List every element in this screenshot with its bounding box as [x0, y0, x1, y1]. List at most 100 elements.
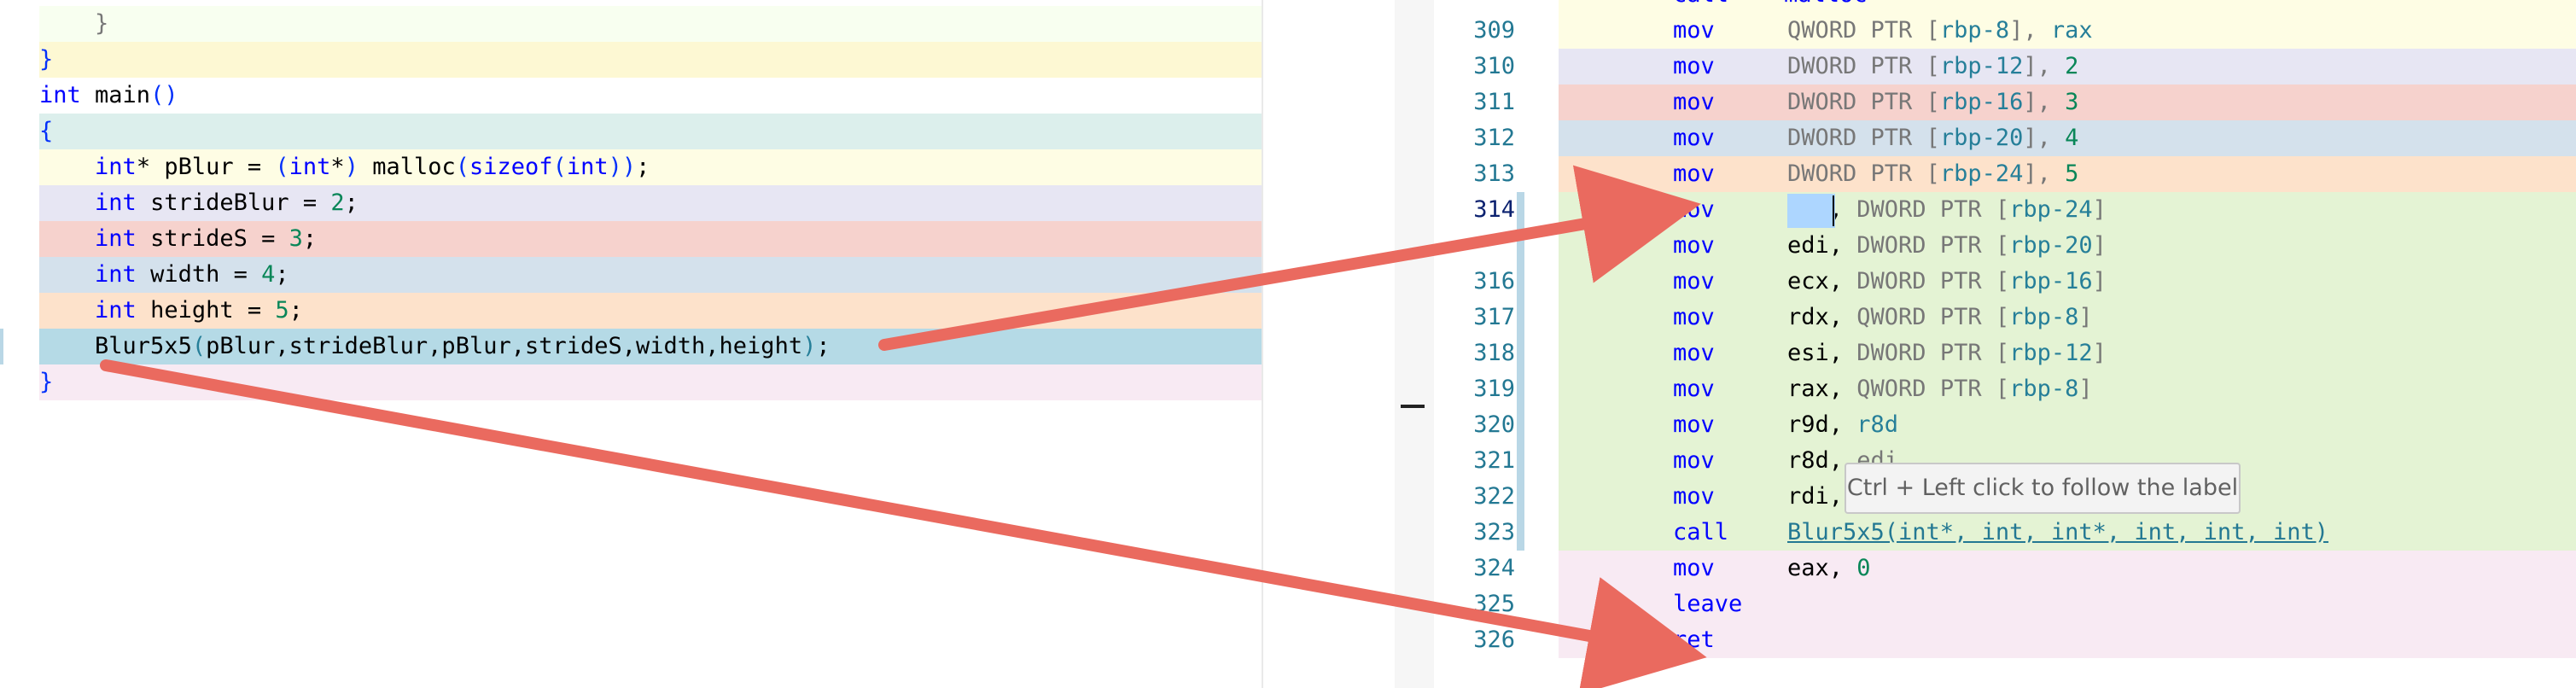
- asm-opcode: mov: [1673, 196, 1715, 223]
- code-token: rdx,: [1787, 304, 1857, 330]
- code-token: rbp-20: [2009, 232, 2093, 259]
- source-line[interactable]: }: [39, 42, 1262, 78]
- asm-opcode: mov: [1673, 555, 1715, 581]
- code-token: ;: [275, 261, 289, 288]
- asm-opcode: mov: [1673, 376, 1715, 402]
- source-line-text: int main(): [39, 78, 178, 114]
- asm-line[interactable]: mov r8d, DWORD PTR [rbp-24]: [1559, 192, 2576, 228]
- source-line[interactable]: }: [39, 364, 1262, 400]
- pane-resize-handle[interactable]: [1401, 405, 1425, 408]
- code-token: DWORD PTR [: [1787, 160, 1940, 187]
- code-token: rbp-16: [2009, 268, 2093, 294]
- asm-line[interactable]: mov eax, 0: [1559, 551, 2576, 586]
- asm-line[interactable]: mov QWORD PTR [rbp-8], rax: [1559, 13, 2576, 49]
- asm-operands: rdi,: [1787, 479, 1843, 515]
- code-token: int: [95, 261, 137, 288]
- source-line[interactable]: int main(): [39, 78, 1262, 114]
- code-token: rbp-8: [1939, 17, 2010, 44]
- asm-line[interactable]: mov DWORD PTR [rbp-12], 2: [1559, 49, 2576, 85]
- source-line[interactable]: int strideS = 3;: [39, 221, 1262, 257]
- text-cursor: [1833, 195, 1834, 226]
- asm-line[interactable]: mov DWORD PTR [rbp-24], 5: [1559, 156, 2576, 192]
- source-line[interactable]: {: [39, 114, 1262, 149]
- code-token: rbp-8: [2009, 376, 2079, 402]
- code-token: pBlur,strideBlur,pBlur,strideS,width,hei…: [206, 333, 803, 359]
- asm-line[interactable]: call Blur5x5(int*, int, int*, int, int, i…: [1559, 515, 2576, 551]
- code-token: }: [39, 369, 54, 395]
- asm-operands: DWORD PTR [rbp-16], 3: [1787, 85, 2078, 120]
- asm-line[interactable]: mov DWORD PTR [rbp-16], 3: [1559, 85, 2576, 120]
- asm-line-number: 321: [1473, 447, 1515, 474]
- code-token: rax,: [1787, 376, 1857, 402]
- asm-partial-text: call malloc: [1673, 0, 1868, 13]
- asm-operands: DWORD PTR [rbp-12], 2: [1787, 49, 2078, 85]
- code-token: int: [95, 154, 137, 180]
- source-line[interactable]: int strideBlur = 2;: [39, 185, 1262, 221]
- source-line[interactable]: }: [39, 6, 1262, 42]
- code-token: 2: [330, 189, 345, 216]
- asm-line[interactable]: mov rdx, QWORD PTR [rbp-8]: [1559, 300, 2576, 335]
- pane-divider[interactable]: [1395, 0, 1434, 688]
- code-token: rbp-12: [2009, 340, 2093, 366]
- asm-line[interactable]: ret: [1559, 622, 2576, 658]
- asm-line[interactable]: leave: [1559, 586, 2576, 622]
- code-token: ;: [636, 154, 650, 180]
- asm-opcode: mov: [1673, 340, 1715, 366]
- source-line-text: {: [39, 114, 53, 149]
- source-line[interactable]: Blur5x5(pBlur,strideBlur,pBlur,strideS,w…: [39, 329, 1262, 364]
- code-token: ;: [344, 189, 358, 216]
- code-token: ]: [2078, 376, 2093, 402]
- source-line-text: Blur5x5(pBlur,strideBlur,pBlur,strideS,w…: [39, 329, 830, 364]
- source-line[interactable]: int* pBlur = (int*) malloc(sizeof(int));: [39, 149, 1262, 185]
- code-token: (: [191, 333, 207, 359]
- code-token: rbp-20: [1939, 125, 2024, 151]
- code-token: malloc: [358, 154, 456, 180]
- asm-line-number: 316: [1473, 268, 1515, 294]
- asm-line-number: 318: [1473, 340, 1515, 366]
- follow-label-tooltip: Ctrl + Left click to follow the label: [1845, 463, 2241, 514]
- code-token: (: [455, 154, 470, 180]
- asm-line[interactable]: mov edi, DWORD PTR [rbp-20]: [1559, 228, 2576, 264]
- code-token: ],: [2023, 160, 2066, 187]
- asm-line-partial: call malloc: [1559, 0, 2576, 13]
- asm-line[interactable]: mov ecx, DWORD PTR [rbp-16]: [1559, 264, 2576, 300]
- code-token: height =: [136, 297, 276, 324]
- asm-line-number: 317: [1473, 304, 1515, 330]
- code-token: 4: [261, 261, 276, 288]
- asm-operands: rax, QWORD PTR [rbp-8]: [1787, 371, 2093, 407]
- asm-operands: esi, DWORD PTR [rbp-12]: [1787, 335, 2107, 371]
- code-token: ): [802, 333, 817, 359]
- code-token: Blur5x5(int*, int, int*, int, int, int): [1787, 519, 2328, 545]
- asm-line[interactable]: mov rax, QWORD PTR [rbp-8]: [1559, 371, 2576, 407]
- code-token: strideS =: [136, 225, 289, 252]
- asm-line-number: 326: [1473, 627, 1515, 653]
- source-line[interactable]: int width = 4;: [39, 257, 1262, 293]
- asm-opcode: mov: [1673, 483, 1715, 510]
- code-token: ;: [816, 333, 830, 359]
- asm-line-number: [1434, 228, 1515, 264]
- code-token: edi,: [1787, 232, 1857, 259]
- code-token: rax: [2050, 17, 2093, 44]
- code-token: 3: [288, 225, 303, 252]
- code-token: 2: [2065, 53, 2079, 79]
- asm-line-number: 319: [1473, 376, 1515, 402]
- source-line[interactable]: int height = 5;: [39, 293, 1262, 329]
- asm-operands: r9d, r8d: [1787, 407, 1898, 443]
- asm-line[interactable]: mov r9d, r8d: [1559, 407, 2576, 443]
- code-token: DWORD PTR [: [1787, 125, 1940, 151]
- asm-line[interactable]: mov DWORD PTR [rbp-20], 4: [1559, 120, 2576, 156]
- code-token: ): [344, 154, 358, 180]
- asm-line[interactable]: mov esi, DWORD PTR [rbp-12]: [1559, 335, 2576, 371]
- code-token: int: [95, 297, 137, 324]
- code-token: eax,: [1787, 555, 1857, 581]
- asm-opcode: mov: [1673, 160, 1715, 187]
- code-token: DWORD PTR [: [1787, 53, 1940, 79]
- asm-operands[interactable]: Blur5x5(int*, int, int*, int, int, int): [1787, 515, 2328, 551]
- code-token: ]: [2092, 340, 2107, 366]
- code-token: main: [80, 82, 151, 108]
- code-token: QWORD PTR [: [1787, 17, 1940, 44]
- code-token: rdi,: [1787, 483, 1844, 510]
- code-token: ]: [2092, 196, 2107, 223]
